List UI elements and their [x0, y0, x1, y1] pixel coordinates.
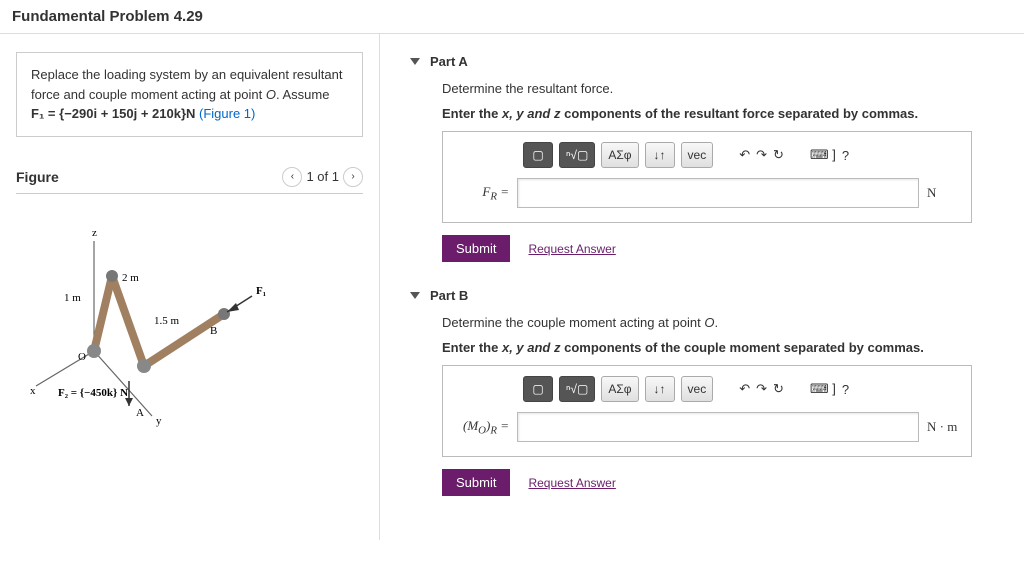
svg-text:F₁: F₁ — [256, 285, 266, 297]
figure-link[interactable]: (Figure 1) — [199, 106, 255, 121]
mo-label: (MO)R = — [453, 418, 509, 437]
help-icon[interactable]: ? — [842, 382, 849, 397]
request-answer-a[interactable]: Request Answer — [528, 242, 615, 256]
mo-input[interactable] — [517, 412, 919, 442]
mo-unit: N · m — [927, 419, 961, 435]
figure-prev-button[interactable]: ‹ — [282, 167, 302, 187]
problem-var-O: O — [266, 87, 276, 102]
part-a-prompt: Determine the resultant force. — [442, 81, 994, 96]
answer-box-b: ▢ ⁿ√▢ ΑΣφ ↓↑ vec ↶ ↷ ↻ ⌨ ] ? (MO)R = N — [442, 365, 972, 457]
request-answer-b[interactable]: Request Answer — [528, 476, 615, 490]
figure-title: Figure — [16, 169, 59, 185]
problem-statement: Replace the loading system by an equival… — [16, 52, 363, 137]
root-button[interactable]: ⁿ√▢ — [559, 142, 595, 168]
templates-button[interactable]: ▢ — [523, 142, 553, 168]
page-title: Fundamental Problem 4.29 — [0, 0, 1024, 33]
figure-nav-label: 1 of 1 — [306, 169, 339, 184]
undo-icon[interactable]: ↶ — [739, 381, 750, 397]
answer-box-a: ▢ ⁿ√▢ ΑΣφ ↓↑ vec ↶ ↷ ↻ ⌨ ] ? FR = N — [442, 131, 972, 223]
svg-text:1.5 m: 1.5 m — [154, 315, 180, 327]
svg-text:x: x — [30, 385, 36, 397]
problem-equation: F₁ = {−290i + 150j + 210k}N — [31, 106, 195, 121]
vec-button[interactable]: vec — [681, 376, 714, 402]
part-b-instruction: Enter the x, y and z components of the c… — [442, 340, 994, 355]
help-icon[interactable]: ? — [842, 148, 849, 163]
svg-text:2 m: 2 m — [122, 272, 139, 284]
undo-icon[interactable]: ↶ — [739, 147, 750, 163]
svg-text:1 m: 1 m — [64, 292, 81, 304]
chevron-down-icon[interactable] — [410, 292, 420, 299]
figure-image: z x y F₁ O A B — [16, 204, 363, 451]
fr-input[interactable] — [517, 178, 919, 208]
root-button[interactable]: ⁿ√▢ — [559, 376, 595, 402]
problem-text-1b: . Assume — [276, 87, 329, 102]
part-a-title: Part A — [430, 54, 468, 69]
submit-button-b[interactable]: Submit — [442, 469, 510, 496]
keyboard-icon[interactable]: ⌨ ] — [810, 147, 836, 163]
chevron-down-icon[interactable] — [410, 58, 420, 65]
redo-icon[interactable]: ↷ — [756, 381, 767, 397]
greek-button[interactable]: ΑΣφ — [601, 376, 638, 402]
vec-button[interactable]: vec — [681, 142, 714, 168]
reset-icon[interactable]: ↻ — [773, 147, 784, 163]
figure-next-button[interactable]: › — [343, 167, 363, 187]
templates-button[interactable]: ▢ — [523, 376, 553, 402]
svg-text:z: z — [92, 227, 97, 239]
reset-icon[interactable]: ↻ — [773, 381, 784, 397]
part-b-prompt: Determine the couple moment acting at po… — [442, 315, 994, 330]
subscript-button[interactable]: ↓↑ — [645, 376, 675, 402]
svg-text:O: O — [78, 351, 86, 363]
subscript-button[interactable]: ↓↑ — [645, 142, 675, 168]
fr-unit: N — [927, 185, 961, 201]
svg-text:B: B — [210, 325, 217, 337]
svg-text:F₂ = {−450k} N: F₂ = {−450k} N — [58, 387, 128, 399]
svg-text:A: A — [136, 407, 144, 419]
part-a-instruction: Enter the x, y and z components of the r… — [442, 106, 994, 121]
keyboard-icon[interactable]: ⌨ ] — [810, 381, 836, 397]
part-b-title: Part B — [430, 288, 468, 303]
svg-text:y: y — [156, 415, 162, 427]
submit-button-a[interactable]: Submit — [442, 235, 510, 262]
greek-button[interactable]: ΑΣφ — [601, 142, 638, 168]
fr-label: FR = — [453, 184, 509, 203]
redo-icon[interactable]: ↷ — [756, 147, 767, 163]
